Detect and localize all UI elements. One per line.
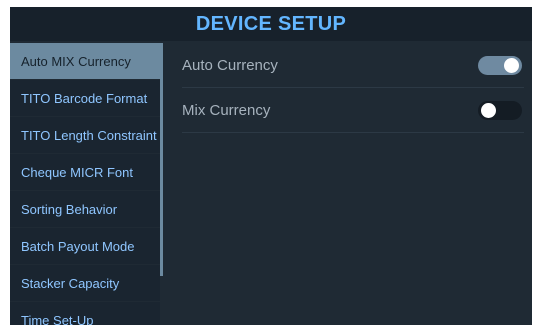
sidebar-item-tito-barcode-format[interactable]: TITO Barcode Format xyxy=(10,80,160,116)
sidebar-item-sorting-behavior[interactable]: Sorting Behavior xyxy=(10,191,160,227)
settings-panel: Auto Currency Mix Currency xyxy=(182,43,524,133)
setting-label-mix-currency: Mix Currency xyxy=(182,101,271,119)
sidebar-menu: Auto MIX Currency TITO Barcode Format TI… xyxy=(10,43,160,325)
mix-currency-toggle[interactable] xyxy=(478,100,522,120)
setting-label-auto-currency: Auto Currency xyxy=(182,56,278,74)
sidebar-scrollbar[interactable] xyxy=(160,43,163,276)
header-bar: DEVICE SETUP xyxy=(10,7,532,41)
setting-row-auto-currency: Auto Currency xyxy=(182,43,524,88)
page-title: DEVICE SETUP xyxy=(195,12,347,35)
sidebar-item-auto-mix-currency[interactable]: Auto MIX Currency xyxy=(10,43,160,79)
auto-currency-toggle[interactable] xyxy=(478,55,522,75)
setting-row-mix-currency: Mix Currency xyxy=(182,88,524,133)
toggle-knob xyxy=(481,102,496,118)
device-setup-screen: DEVICE SETUP Auto MIX Currency TITO Barc… xyxy=(10,7,532,325)
sidebar-item-time-set-up[interactable]: Time Set-Up xyxy=(10,302,160,325)
sidebar-item-stacker-capacity[interactable]: Stacker Capacity xyxy=(10,265,160,301)
toggle-knob xyxy=(504,57,519,73)
sidebar-item-batch-payout-mode[interactable]: Batch Payout Mode xyxy=(10,228,160,264)
sidebar-item-cheque-micr-font[interactable]: Cheque MICR Font xyxy=(10,154,160,190)
sidebar-item-tito-length-constraint[interactable]: TITO Length Constraint xyxy=(10,117,160,153)
